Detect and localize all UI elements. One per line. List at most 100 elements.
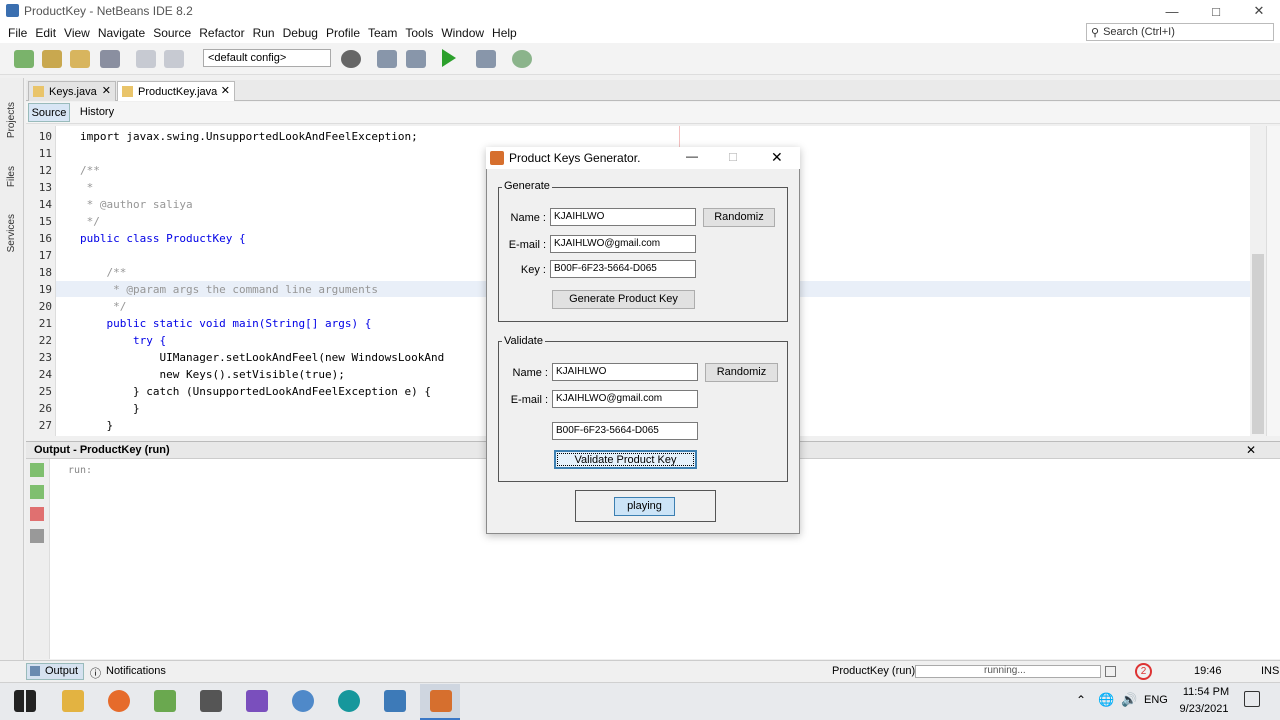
arduino-icon[interactable] — [338, 690, 360, 712]
menu-run[interactable]: Run — [249, 26, 279, 40]
menu-refactor[interactable]: Refactor — [195, 26, 248, 40]
editor-scrollbar[interactable] — [1250, 126, 1266, 436]
line-number: 10 — [38, 130, 52, 143]
stop-icon[interactable] — [30, 507, 44, 521]
paint-icon[interactable] — [292, 690, 314, 712]
notification-center-icon[interactable] — [1244, 691, 1260, 707]
error-badge[interactable]: 2 — [1135, 663, 1152, 680]
code-text: } — [80, 419, 114, 432]
java-icon — [490, 151, 504, 165]
redo-icon[interactable] — [164, 50, 184, 68]
search-input[interactable]: ⚲ Search (Ctrl+I) — [1086, 23, 1274, 41]
virtualbox-icon[interactable] — [384, 690, 406, 712]
menu-source[interactable]: Source — [149, 26, 195, 40]
close-icon[interactable]: ✕ — [102, 84, 111, 97]
network-icon[interactable]: 🌐 — [1098, 692, 1114, 708]
dialog-maximize-button[interactable]: □ — [729, 149, 737, 164]
file-explorer-icon[interactable] — [62, 690, 84, 712]
generate-product-key-button[interactable]: Generate Product Key — [552, 290, 695, 309]
gen-email-label: E-mail : — [508, 239, 546, 251]
maximize-button[interactable]: □ — [1194, 0, 1238, 22]
line-number: 27 — [38, 419, 52, 432]
dialog-minimize-button[interactable]: — — [686, 149, 698, 163]
line-number: 15 — [38, 215, 52, 228]
settings-icon[interactable] — [30, 529, 44, 543]
val-randomize-button[interactable]: Randomiz — [705, 363, 778, 382]
error-stripe — [1266, 126, 1280, 436]
menu-debug[interactable]: Debug — [279, 26, 322, 40]
windows-taskbar — [0, 682, 1280, 720]
rerun-params-icon[interactable] — [30, 485, 44, 499]
side-tab-services[interactable]: Services — [6, 214, 17, 252]
undo-icon[interactable] — [136, 50, 156, 68]
java-file-icon — [122, 86, 133, 97]
dialog-close-button[interactable]: ✕ — [771, 149, 783, 166]
code-text: /** — [80, 266, 127, 279]
history-tab[interactable]: History — [76, 103, 118, 122]
tab-keys-java[interactable]: Keys.java ✕ — [28, 81, 116, 101]
val-name-field[interactable]: KJAIHLWO — [552, 363, 698, 381]
menu-edit[interactable]: Edit — [31, 26, 60, 40]
line-number: 24 — [38, 368, 52, 381]
line-number: 13 — [38, 181, 52, 194]
menu-window[interactable]: Window — [437, 26, 488, 40]
minimize-button[interactable]: — — [1150, 0, 1194, 22]
close-icon[interactable]: ✕ — [1246, 443, 1256, 457]
clean-build-icon[interactable] — [406, 50, 426, 68]
menu-navigate[interactable]: Navigate — [94, 26, 149, 40]
menu-file[interactable]: File — [4, 26, 31, 40]
menu-team[interactable]: Team — [364, 26, 401, 40]
chevron-up-icon[interactable]: ⌃ — [1076, 693, 1086, 707]
menu-tools[interactable]: Tools — [401, 26, 437, 40]
close-button[interactable]: ✕ — [1237, 0, 1280, 22]
menu-profile[interactable]: Profile — [322, 26, 364, 40]
main-toolbar — [0, 43, 1280, 75]
playing-button[interactable]: playing — [614, 497, 675, 516]
build-icon[interactable] — [377, 50, 397, 68]
val-key-field[interactable]: B00F-6F23-5664-D065 — [552, 422, 698, 440]
new-project-icon[interactable] — [42, 50, 62, 68]
notepad-icon[interactable] — [154, 690, 176, 712]
config-select[interactable]: <default config> — [203, 49, 331, 67]
tab-productkey-java[interactable]: ProductKey.java ✕ — [117, 81, 235, 101]
rerun-icon[interactable] — [30, 463, 44, 477]
clock-time[interactable]: 11:54 PM — [1180, 686, 1232, 698]
validate-legend: Validate — [502, 335, 545, 347]
windows-start-icon[interactable] — [14, 690, 36, 712]
val-email-field[interactable]: KJAIHLWO@gmail.com — [552, 390, 698, 408]
save-all-icon[interactable] — [100, 50, 120, 68]
open-project-icon[interactable] — [70, 50, 90, 68]
close-icon[interactable]: ✕ — [221, 84, 230, 97]
gen-name-field[interactable]: KJAIHLWO — [550, 208, 696, 226]
globe-icon[interactable] — [341, 50, 361, 68]
volume-icon[interactable]: 🔊 — [1121, 692, 1137, 708]
profile-icon[interactable] — [512, 50, 532, 68]
line-number: 11 — [38, 147, 52, 160]
line-number: 16 — [38, 232, 52, 245]
calendar-icon[interactable] — [200, 690, 222, 712]
notifications-tab[interactable]: Notifications — [106, 665, 166, 677]
val-email-label: E-mail : — [510, 394, 548, 406]
gen-email-field[interactable]: KJAIHLWO@gmail.com — [550, 235, 696, 253]
running-task: ProductKey (run) — [832, 665, 916, 677]
visual-studio-icon[interactable] — [246, 690, 268, 712]
debug-icon[interactable] — [476, 50, 496, 68]
validate-product-key-button[interactable]: Validate Product Key — [554, 450, 697, 469]
gen-randomize-button[interactable]: Randomiz — [703, 208, 775, 227]
new-file-icon[interactable] — [14, 50, 34, 68]
cancel-task-icon[interactable] — [1105, 666, 1116, 677]
menu-help[interactable]: Help — [488, 26, 521, 40]
insert-mode: INS — [1261, 665, 1280, 677]
language-indicator[interactable]: ENG — [1144, 694, 1168, 706]
tab-label: Keys.java — [49, 85, 97, 98]
firefox-icon[interactable] — [108, 690, 130, 712]
side-tab-files[interactable]: Files — [6, 166, 17, 187]
scroll-thumb[interactable] — [1252, 254, 1264, 434]
code-text: new Keys().setVisible(true); — [80, 368, 345, 381]
menu-view[interactable]: View — [60, 26, 94, 40]
gen-key-field[interactable]: B00F-6F23-5664-D065 — [550, 260, 696, 278]
run-icon[interactable] — [442, 49, 456, 67]
source-tab[interactable]: Source — [28, 103, 70, 122]
clock-date[interactable]: 9/23/2021 — [1176, 703, 1232, 715]
side-tab-projects[interactable]: Projects — [6, 102, 17, 138]
